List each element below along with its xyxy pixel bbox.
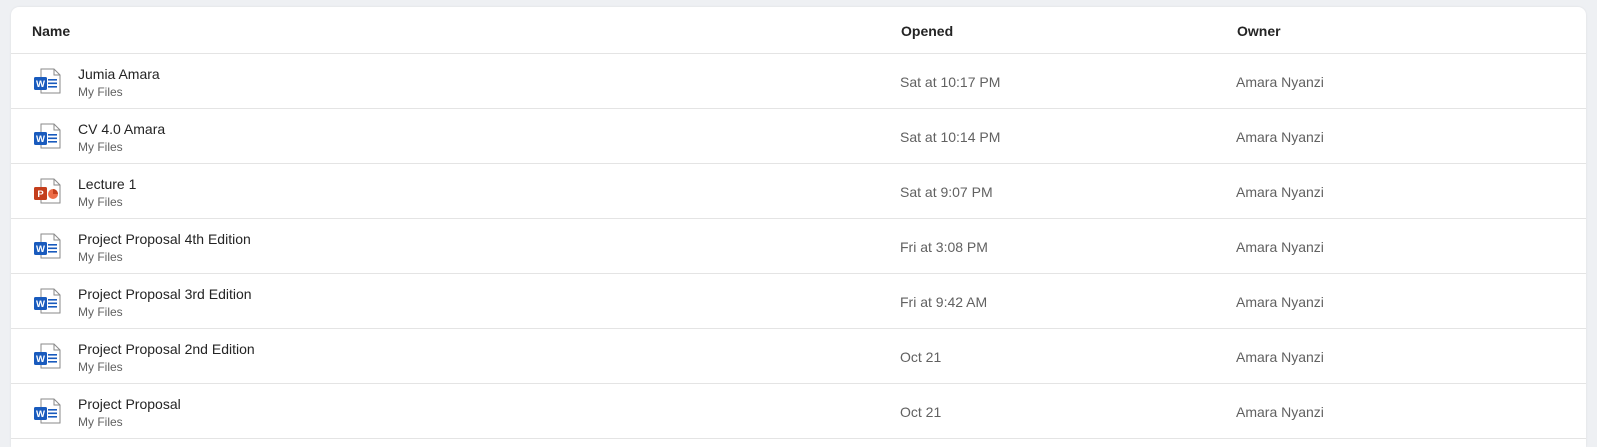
file-location: My Files bbox=[78, 140, 123, 154]
file-opened-time: Sat at 9:07 PM bbox=[900, 184, 993, 200]
file-name-link[interactable]: Lecture 1 bbox=[78, 176, 136, 192]
word-file-icon: W bbox=[33, 397, 61, 425]
recent-files-panel: Name Opened Owner W Jumia Amara My Files Sa… bbox=[11, 7, 1586, 447]
column-header-name[interactable]: Name bbox=[32, 23, 70, 39]
file-location: My Files bbox=[78, 195, 123, 209]
file-opened-time: Oct 21 bbox=[900, 349, 942, 365]
svg-text:P: P bbox=[37, 189, 44, 200]
file-name-link[interactable]: Project Proposal 3rd Edition bbox=[78, 286, 252, 302]
file-opened-time: Sat at 10:17 PM bbox=[900, 74, 1001, 90]
file-row[interactable]: W Project Proposal 2nd Edition My Files Oct… bbox=[11, 329, 1586, 384]
file-location: My Files bbox=[78, 305, 123, 319]
file-opened-time: Oct 21 bbox=[900, 404, 942, 420]
file-name-link[interactable]: CV 4.0 Amara bbox=[78, 121, 165, 137]
word-file-icon: W bbox=[33, 342, 61, 370]
file-row[interactable]: W Project Proposal 4th Edition My Files Fri… bbox=[11, 219, 1586, 274]
file-list-header: Name Opened Owner bbox=[11, 7, 1586, 54]
word-file-icon: W bbox=[33, 232, 61, 260]
file-name-link[interactable]: Jumia Amara bbox=[78, 66, 160, 82]
file-location: My Files bbox=[78, 360, 123, 374]
file-owner: Amara Nyanzi bbox=[1236, 404, 1324, 420]
word-file-icon: W bbox=[33, 287, 61, 315]
file-owner: Amara Nyanzi bbox=[1236, 184, 1324, 200]
file-owner: Amara Nyanzi bbox=[1236, 294, 1324, 310]
file-location: My Files bbox=[78, 85, 123, 99]
file-location: My Files bbox=[78, 415, 123, 429]
file-opened-time: Fri at 9:42 AM bbox=[900, 294, 988, 310]
file-list: W Jumia Amara My Files Sat at 10:17 PM Amara… bbox=[11, 54, 1586, 439]
column-header-owner[interactable]: Owner bbox=[1237, 23, 1281, 39]
file-row[interactable]: P Lecture 1 My Files Sat at 9:07 PM Amara Ny… bbox=[11, 164, 1586, 219]
word-file-icon: W bbox=[33, 67, 61, 95]
file-opened-time: Fri at 3:08 PM bbox=[900, 239, 988, 255]
file-name-link[interactable]: Project Proposal 2nd Edition bbox=[78, 341, 255, 357]
file-name-link[interactable]: Project Proposal bbox=[78, 396, 181, 412]
file-name-link[interactable]: Project Proposal 4th Edition bbox=[78, 231, 251, 247]
file-location: My Files bbox=[78, 250, 123, 264]
svg-text:W: W bbox=[36, 244, 45, 255]
powerpoint-file-icon: P bbox=[33, 177, 61, 205]
file-owner: Amara Nyanzi bbox=[1236, 74, 1324, 90]
column-header-opened[interactable]: Opened bbox=[901, 23, 953, 39]
svg-text:W: W bbox=[36, 409, 45, 420]
svg-text:W: W bbox=[36, 299, 45, 310]
file-owner: Amara Nyanzi bbox=[1236, 239, 1324, 255]
svg-text:W: W bbox=[36, 354, 45, 365]
file-owner: Amara Nyanzi bbox=[1236, 349, 1324, 365]
file-row[interactable]: W Project Proposal 3rd Edition My Files Fri… bbox=[11, 274, 1586, 329]
file-row[interactable]: W Jumia Amara My Files Sat at 10:17 PM Amara… bbox=[11, 54, 1586, 109]
file-row[interactable]: W Project Proposal My Files Oct 21 Amara Nya… bbox=[11, 384, 1586, 439]
file-owner: Amara Nyanzi bbox=[1236, 129, 1324, 145]
file-row[interactable]: W CV 4.0 Amara My Files Sat at 10:14 PM Amar… bbox=[11, 109, 1586, 164]
svg-text:W: W bbox=[36, 79, 45, 90]
word-file-icon: W bbox=[33, 122, 61, 150]
svg-text:W: W bbox=[36, 134, 45, 145]
file-opened-time: Sat at 10:14 PM bbox=[900, 129, 1001, 145]
